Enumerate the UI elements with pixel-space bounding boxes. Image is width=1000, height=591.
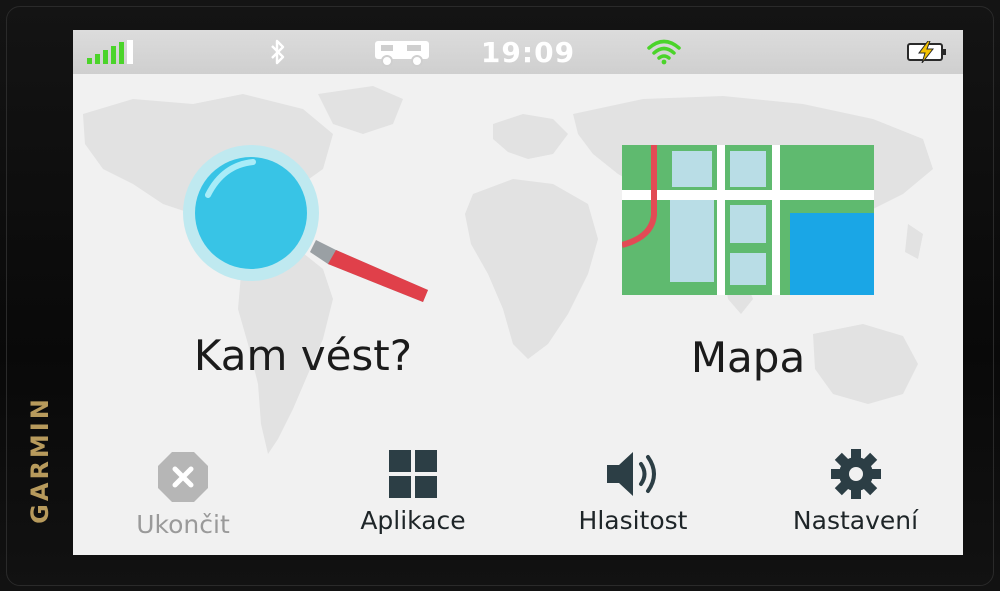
where-to-button[interactable]: Kam vést?: [173, 140, 433, 390]
brand-text: GARMIN: [26, 396, 54, 524]
clock: 19:09: [480, 36, 576, 69]
map-button[interactable]: Mapa: [613, 145, 883, 390]
status-bar: 19:09: [73, 30, 963, 74]
screen: 19:09 Kam vést? Mapa Ukončit Aplikace Hl…: [73, 30, 963, 555]
apps-label: Aplikace: [360, 506, 466, 535]
settings-label: Nastavení: [792, 506, 919, 535]
close-octagon-icon: [158, 452, 208, 502]
bluetooth-icon: [271, 39, 285, 65]
apps-grid-icon: [389, 450, 437, 498]
exit-button[interactable]: Ukončit: [113, 450, 253, 539]
map-icon: [622, 145, 874, 295]
volume-button[interactable]: Hlasitost: [563, 448, 703, 535]
where-to-label: Kam vést?: [193, 331, 413, 380]
settings-button[interactable]: Nastavení: [773, 448, 938, 535]
map-label: Mapa: [690, 333, 806, 382]
brand-logo: GARMIN: [20, 396, 60, 524]
apps-button[interactable]: Aplikace: [338, 448, 488, 535]
signal-bars-icon: [87, 40, 133, 64]
battery-charging-icon: [907, 41, 946, 63]
wifi-icon: [647, 39, 681, 65]
volume-label: Hlasitost: [578, 506, 688, 535]
exit-label: Ukončit: [136, 510, 230, 539]
camper-van-icon: [375, 41, 429, 67]
gear-icon: [830, 449, 881, 499]
magnifier-icon: [183, 145, 428, 302]
speaker-icon: [607, 452, 656, 496]
